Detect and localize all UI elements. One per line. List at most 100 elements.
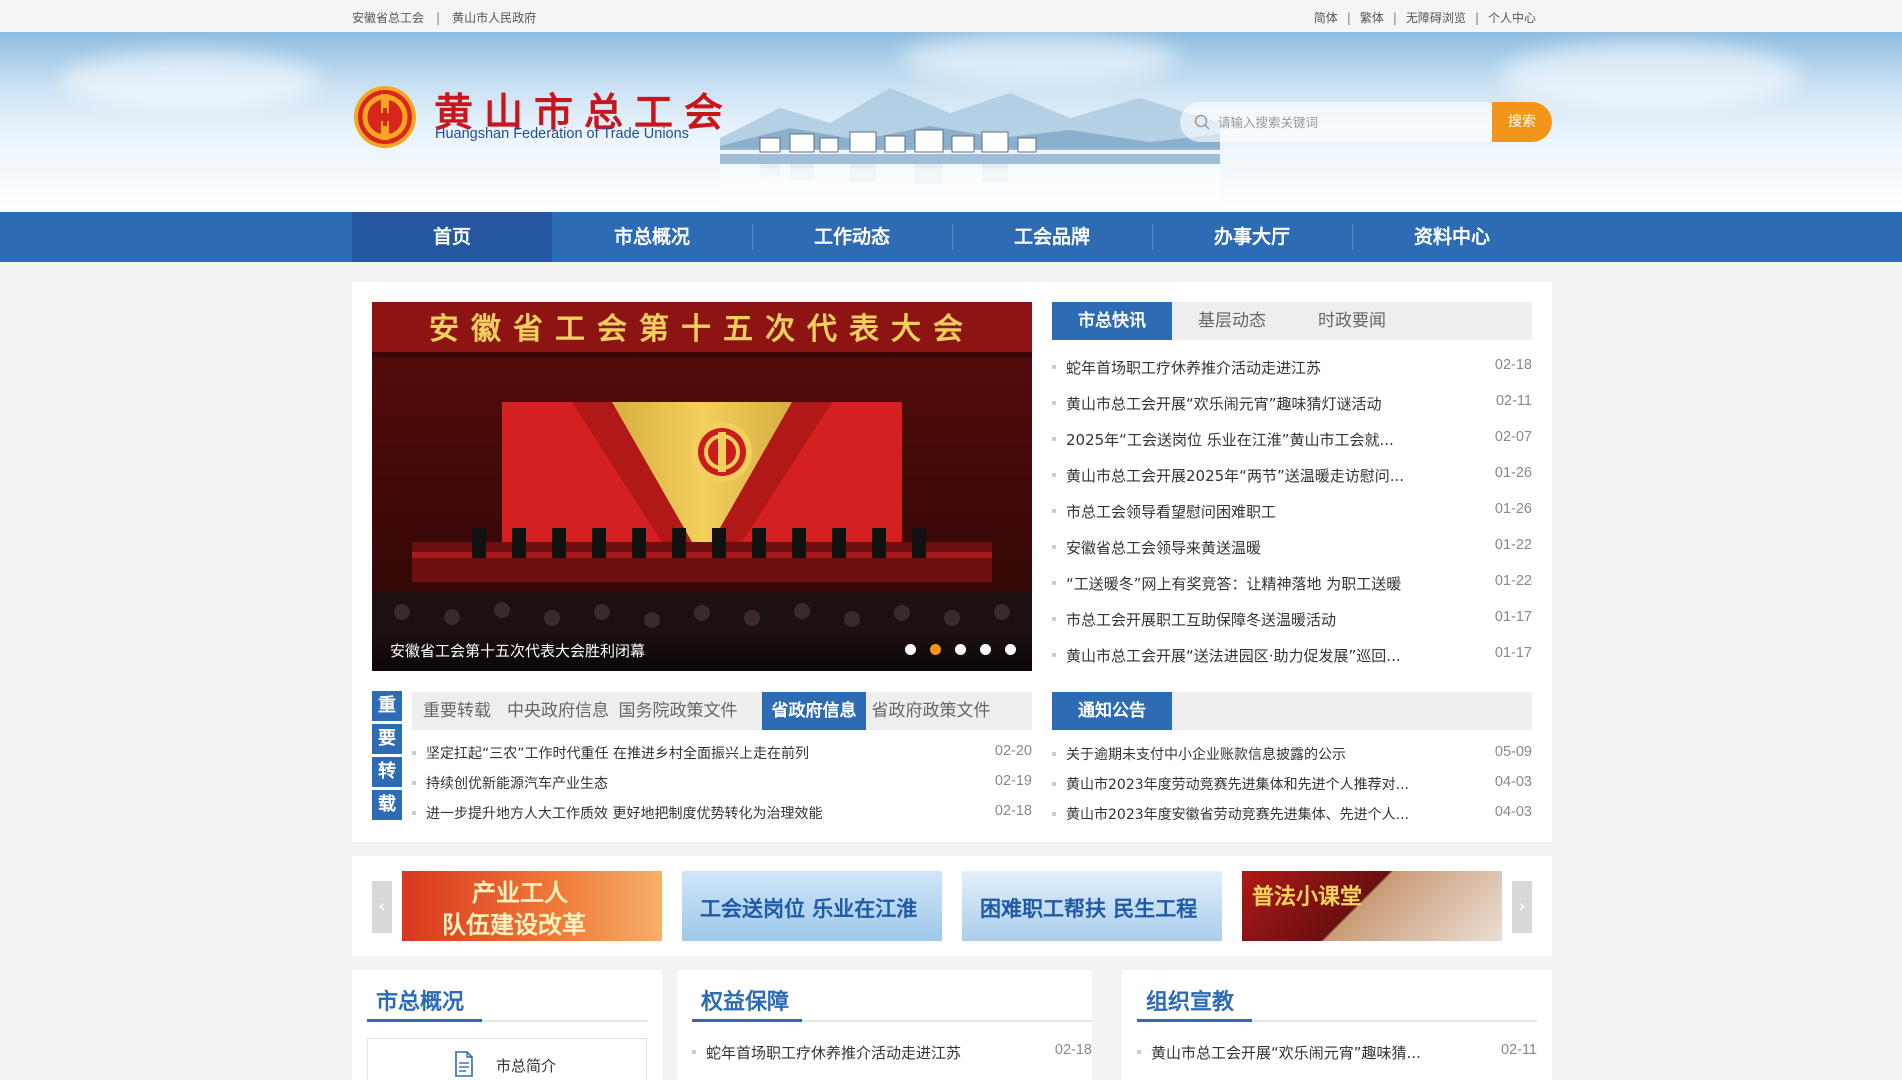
top-right-links: 简体 | 繁体 | 无障碍浏览 | 个人中心 [1314,9,1536,26]
reprint-tabs: 重要转载 中央政府信息 国务院政策文件 省政府信息 省政府政策文件 [412,692,1032,730]
item-date: 01-22 [1494,573,1532,589]
nav-union-brand[interactable]: 工会品牌 [952,212,1152,262]
main-nav: 首页 市总概况 工作动态 工会品牌 办事大厅 资料中心 [0,212,1902,262]
separator: | [1392,11,1397,25]
item-date: 02-18 [994,803,1032,819]
list-item[interactable]: 黄山市总工会开展2025年“两节”送温暖走访慰问... 01-26 [1052,465,1532,485]
section-org-title[interactable]: 组织宣教 [1146,984,1234,1016]
tab-central-gov-info[interactable]: 中央政府信息 [502,692,614,730]
item-title: 黄山市总工会开展“欢乐闹元宵”趣味猜... [1151,1044,1421,1062]
tab-state-council-policy[interactable]: 国务院政策文件 [614,692,742,730]
tab-provincial-policy[interactable]: 省政府政策文件 [866,692,996,730]
item-title: 坚定扛起“三农”工作时代重任 在推进乡村全面振兴上走在前列 [426,746,809,762]
item-date: 02-19 [994,773,1032,789]
slider-dot[interactable] [980,644,991,655]
item-title: 市总工会领导看望慰问困难职工 [1066,503,1277,521]
list-item[interactable]: 进一步提升地方人大工作质效 更好地把制度优势转化为治理效能 02-18 [412,803,1032,823]
trade-union-logo-icon[interactable] [352,84,418,150]
item-title: 黄山市2023年度劳动竞赛先进集体和先进个人推荐对... [1066,777,1409,793]
overview-intro-button[interactable]: 市总简介 [367,1038,647,1080]
nav-resource-center[interactable]: 资料中心 [1352,212,1552,262]
link-huangshan-gov[interactable]: 黄山市人民政府 [452,11,536,25]
tab-provincial-gov-info[interactable]: 省政府信息 [762,692,866,730]
item-title: “工送暖冬”网上有奖竞答：让精神落地 为职工送暖 [1066,575,1402,593]
reprint-char: 要 [372,724,402,754]
promo-hardship-aid[interactable]: 困难职工帮扶 民生工程 [962,871,1222,941]
slider-dot[interactable] [905,644,916,655]
section-underline [692,1019,802,1022]
nav-service-hall[interactable]: 办事大厅 [1152,212,1352,262]
nav-work-news[interactable]: 工作动态 [752,212,952,262]
list-item[interactable]: 蛇年首场职工疗休养推介活动走进江苏 02-18 [1052,357,1532,377]
list-item[interactable]: 黄山市2023年度安徽省劳动竞赛先进集体、先进个人... 04-03 [1052,804,1532,824]
bullet [1052,365,1056,369]
item-date: 01-26 [1494,465,1532,481]
item-date: 01-22 [1494,537,1532,553]
item-date: 02-18 [1054,1042,1092,1058]
tab-grassroots[interactable]: 基层动态 [1172,302,1292,340]
congress-photo-image: 安徽省工会第十五次代表大会 [372,302,1032,671]
nav-home[interactable]: 首页 [352,212,552,262]
list-item[interactable]: 关于逾期未支付中小企业账款信息披露的公示 05-09 [1052,744,1532,764]
list-item[interactable]: 安徽省总工会领导来黄送温暖 01-22 [1052,537,1532,557]
item-date: 02-07 [1494,429,1532,445]
photo-slider[interactable]: 安徽省工会第十五次代表大会 安徽省工会第十五次代表大会胜利闭幕 [372,302,1032,671]
list-item[interactable]: 蛇年首场职工疗休养推介活动走进江苏 02-18 [692,1042,1092,1062]
site-title-en: Huangshan Federation of Trade Unions [435,126,689,142]
list-item[interactable]: 市总工会开展职工互助保障冬送温暖活动 01-17 [1052,609,1532,629]
item-title: 蛇年首场职工疗休养推介活动走进江苏 [706,1044,962,1062]
item-title: 黄山市2023年度安徽省劳动竞赛先进集体、先进个人... [1066,807,1409,823]
item-title: 持续创优新能源汽车产业生态 [426,776,608,792]
search-button[interactable]: 搜索 [1492,102,1552,142]
nav-overview[interactable]: 市总概况 [552,212,752,262]
search-input[interactable] [1218,110,1488,134]
slider-dot[interactable] [1005,644,1016,655]
tab-politics[interactable]: 时政要闻 [1292,302,1412,340]
section-rights-title[interactable]: 权益保障 [701,984,789,1016]
separator: | [436,11,441,25]
link-anhui-federation[interactable]: 安徽省总工会 [352,11,424,25]
item-title: 市总工会开展职工互助保障冬送温暖活动 [1066,611,1337,629]
list-item[interactable]: 持续创优新能源汽车产业生态 02-19 [412,773,1032,793]
link-simplified[interactable]: 简体 [1314,11,1338,25]
bullet [1052,401,1056,405]
link-traditional[interactable]: 繁体 [1360,11,1384,25]
slide-caption[interactable]: 安徽省工会第十五次代表大会胜利闭幕 [390,640,645,661]
list-item[interactable]: “工送暖冬”网上有奖竞答：让精神落地 为职工送暖 01-22 [1052,573,1532,593]
link-accessibility[interactable]: 无障碍浏览 [1406,11,1466,25]
promo-next-arrow[interactable]: › [1512,881,1532,933]
promo-prev-arrow[interactable]: ‹ [372,881,392,933]
section-overview-title[interactable]: 市总概况 [376,984,464,1016]
link-user-center[interactable]: 个人中心 [1488,11,1536,25]
news-tabs: 市总快讯 基层动态 时政要闻 [1052,302,1532,340]
item-title: 安徽省总工会领导来黄送温暖 [1066,539,1262,557]
list-item[interactable]: 坚定扛起“三农”工作时代重任 在推进乡村全面振兴上走在前列 02-20 [412,743,1032,763]
item-title: 黄山市总工会开展“送法进园区·助力促发展”巡回... [1066,647,1401,665]
item-date: 01-17 [1494,645,1532,661]
item-date: 05-09 [1494,744,1532,760]
reprint-char: 载 [372,790,402,820]
bullet [1052,509,1056,513]
list-item[interactable]: 市总工会领导看望慰问困难职工 01-26 [1052,501,1532,521]
item-date: 01-17 [1494,609,1532,625]
tab-notices[interactable]: 通知公告 [1052,692,1172,730]
promo-industrial-workers[interactable]: 产业工人 队伍建设改革 [402,871,662,941]
list-item[interactable]: 黄山市总工会开展“欢乐闹元宵”趣味猜... 02-11 [1137,1042,1537,1062]
tab-city-news[interactable]: 市总快讯 [1052,302,1172,340]
cloud-decoration [60,52,320,112]
promo-job-delivery[interactable]: 工会送岗位 乐业在江淮 [682,871,942,941]
slider-dot[interactable] [955,644,966,655]
item-date: 02-18 [1494,357,1532,373]
list-item[interactable]: 黄山市总工会开展“送法进园区·助力促发展”巡回... 01-17 [1052,645,1532,665]
tab-important-reprint[interactable]: 重要转载 [412,692,502,730]
bullet [1052,617,1056,621]
item-date: 02-20 [994,743,1032,759]
list-item[interactable]: 黄山市总工会开展“欢乐闹元宵”趣味猜灯谜活动 02-11 [1052,393,1532,413]
slider-dot[interactable] [930,644,941,655]
item-date: 02-11 [1500,1042,1537,1058]
important-reprint-label: 重 要 转 载 [372,691,402,823]
list-item[interactable]: 2025年“工会送岗位 乐业在江淮”黄山市工会就... 02-07 [1052,429,1532,449]
promo-law-class[interactable]: 普法小课堂 [1242,871,1502,941]
list-item[interactable]: 黄山市2023年度劳动竞赛先进集体和先进个人推荐对... 04-03 [1052,774,1532,794]
promo-line: 队伍建设改革 [442,910,586,939]
